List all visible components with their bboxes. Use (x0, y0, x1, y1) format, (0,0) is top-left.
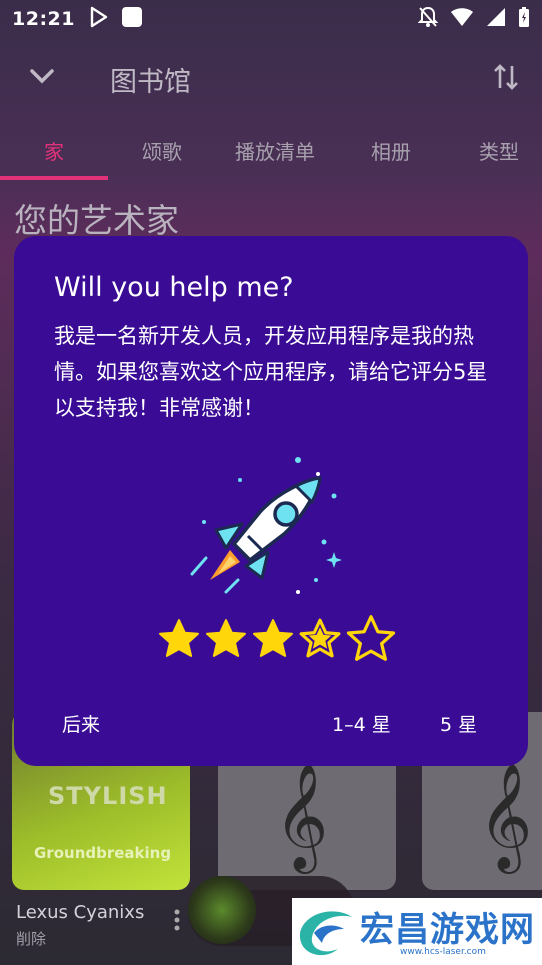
rocket-icon (186, 452, 356, 606)
rating-star-icon[interactable] (205, 618, 247, 662)
artist-name: Lexus Cyanixs (16, 902, 145, 923)
artist-subtitle: 削除 (16, 930, 47, 948)
rate-5-stars-button[interactable]: 5 星 (440, 710, 477, 737)
section-title: 您的艺术家 (14, 201, 179, 240)
rating-dialog: Will you help me? 我是一名新开发人员，开发应用程序是我的热情。… (14, 236, 528, 766)
treble-clef-icon: 𝄞 (274, 762, 329, 869)
rating-star-icon[interactable] (299, 618, 341, 662)
wifi-icon (450, 7, 474, 31)
sort-icon[interactable] (492, 62, 520, 96)
dialog-title: Will you help me? (54, 272, 294, 303)
page-title: 图书馆 (110, 67, 191, 98)
tab-songs[interactable]: 颂歌 (142, 136, 182, 165)
active-tab-indicator (0, 176, 108, 180)
rating-star-icon[interactable] (158, 618, 200, 662)
notifications-off-icon (417, 6, 439, 32)
rating-star-icon[interactable] (252, 618, 294, 662)
app-square-icon (121, 6, 143, 32)
battery-icon (518, 6, 530, 32)
treble-clef-icon: 𝄞 (478, 762, 533, 869)
watermark-logo-icon (294, 903, 358, 965)
chevron-down-icon[interactable] (28, 62, 56, 94)
watermark-url: www.hcs-laser.com (400, 947, 486, 957)
cover-title: STYLISH (48, 782, 168, 810)
tab-home[interactable]: 家 (44, 136, 64, 165)
tab-playlists[interactable]: 播放清单 (235, 136, 315, 165)
signal-icon (486, 7, 506, 31)
play-store-icon (89, 6, 109, 32)
album-art-disc (188, 876, 256, 944)
dialog-message: 我是一名新开发人员，开发应用程序是我的热情。如果您喜欢这个应用程序，请给它评分5… (54, 324, 488, 420)
tab-albums[interactable]: 相册 (371, 136, 411, 165)
app-bar: 图书馆 (0, 52, 542, 106)
tab-bar: 家 颂歌 播放清单 相册 类型 (0, 130, 542, 176)
status-time: 12:21 (12, 8, 75, 30)
later-button[interactable]: 后来 (62, 710, 100, 737)
watermark-text: 宏昌游戏网 (360, 910, 535, 950)
status-bar: 12:21 (0, 0, 542, 38)
rating-star-icon[interactable] (346, 614, 396, 666)
rate-1-4-stars-button[interactable]: 1–4 星 (332, 710, 391, 737)
cover-subtitle: Groundbreaking (34, 844, 172, 862)
more-options-icon[interactable] (173, 908, 181, 936)
star-rating[interactable] (158, 614, 396, 666)
tab-genres[interactable]: 类型 (479, 136, 519, 165)
